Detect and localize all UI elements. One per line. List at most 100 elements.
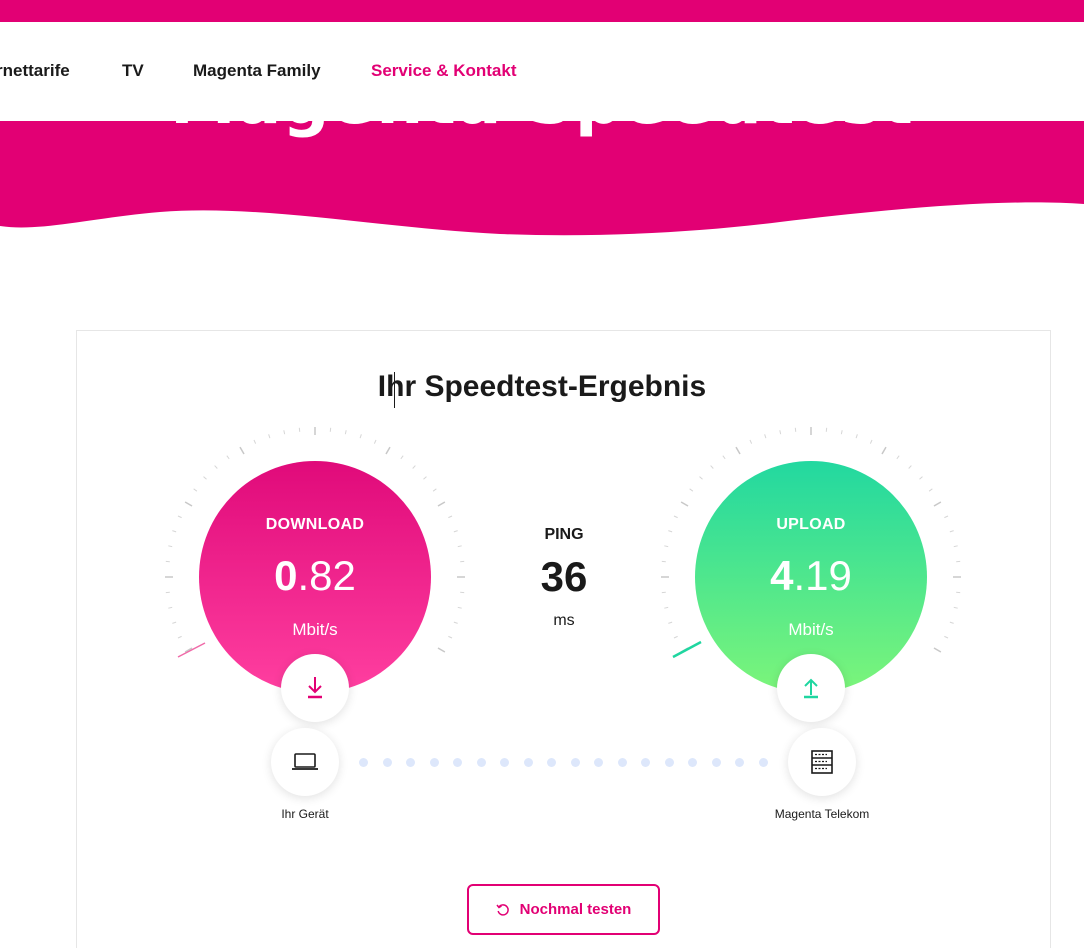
- gauge-tick: [680, 501, 689, 507]
- gauge-tick: [168, 606, 173, 609]
- laptop-icon: [292, 753, 318, 770]
- download-value: 0.82: [200, 552, 430, 600]
- gauge-tick: [184, 501, 193, 507]
- upload-unit: Mbit/s: [788, 620, 834, 639]
- gauge-tick: [673, 635, 678, 639]
- gauge-tick: [764, 434, 767, 439]
- gauge-tick: [457, 545, 462, 548]
- gauge-tick: [400, 455, 404, 460]
- gauge-tick: [432, 488, 437, 492]
- upload-value-dec: .19: [793, 552, 852, 599]
- gauge-tick: [172, 530, 177, 533]
- gauge-tick: [953, 606, 958, 609]
- gauge-tick: [949, 530, 954, 533]
- connection-dot: [759, 758, 768, 767]
- gauge-tick: [203, 476, 207, 480]
- gauge-tick: [881, 446, 887, 455]
- gauge-tick: [953, 545, 958, 548]
- gauge-tick: [933, 501, 942, 507]
- gauge-tick: [239, 446, 245, 455]
- connection-dot: [617, 758, 627, 767]
- gauge-tick: [437, 501, 446, 507]
- gauge-tick: [949, 621, 954, 624]
- gauge-tick: [668, 621, 673, 624]
- gauge-tick: [453, 621, 458, 624]
- gauge-tick: [448, 515, 453, 519]
- connection-dot: [429, 758, 439, 767]
- gauge-tick: [193, 488, 198, 492]
- download-value-dec: .82: [297, 552, 356, 599]
- gauge-tick: [869, 439, 873, 444]
- gauge-tick: [944, 635, 949, 639]
- gauge-tick: [385, 446, 391, 455]
- gauge-tick: [668, 530, 673, 533]
- download-label: DOWNLOAD: [265, 516, 365, 533]
- download-value-int: 0: [274, 552, 298, 599]
- gauge-tick: [699, 476, 703, 480]
- server-icon: [811, 750, 833, 774]
- gauge-tick: [177, 635, 182, 639]
- gauge-tick: [373, 439, 377, 444]
- gauge-tick: [722, 455, 726, 460]
- connection-dot: [570, 758, 580, 767]
- upload-unit-wrap: Mbit/s: [696, 620, 926, 640]
- server-label: Magenta Telekom: [774, 807, 870, 821]
- gauge-tick: [177, 515, 182, 519]
- download-gauge: DOWNLOAD: [200, 516, 430, 534]
- gauge-tick: [214, 465, 218, 469]
- gauge-tick: [168, 545, 173, 548]
- gauge-graphics: [165, 427, 961, 693]
- download-unit-wrap: Mbit/s: [200, 620, 430, 640]
- gauge-tick: [689, 488, 694, 492]
- gauge-tick: [283, 430, 286, 435]
- download-arrow-icon: [308, 677, 322, 699]
- gauge-tick: [919, 476, 923, 480]
- gauge-tick: [423, 476, 427, 480]
- ping-value: 36: [540, 553, 588, 600]
- gauge-tick: [664, 606, 669, 609]
- gauge-tick: [412, 465, 416, 469]
- upload-value: 4.19: [696, 552, 926, 600]
- gauge-tick: [453, 530, 458, 533]
- gauge-tick: [448, 635, 453, 639]
- connection-dot: [359, 758, 368, 767]
- ping-unit: ms: [553, 612, 575, 629]
- upload-arrow-icon: [804, 678, 818, 699]
- gauge-tick: [673, 515, 678, 519]
- gauge-tick: [933, 647, 942, 653]
- upload-gauge: UPLOAD: [696, 516, 926, 534]
- gauge-tick: [710, 465, 714, 469]
- connection-dot: [382, 758, 392, 767]
- gauge-tick: [172, 621, 177, 624]
- gauge-tick: [344, 430, 347, 435]
- gauge-tick: [359, 434, 362, 439]
- gauge-tick: [908, 465, 912, 469]
- download-gauge-needle: [177, 642, 206, 658]
- device-icon-badge: [271, 728, 339, 796]
- retry-button[interactable]: Nochmal testen: [467, 884, 660, 935]
- connection-dot: [476, 758, 486, 767]
- upload-value-int: 4: [770, 552, 794, 599]
- upload-icon-badge: [777, 654, 845, 722]
- gauge-tick: [457, 606, 462, 609]
- device-label: Ihr Gerät: [281, 807, 329, 821]
- gauge-tick: [840, 430, 843, 435]
- gauge-tick: [226, 455, 230, 460]
- gauge-tick: [749, 439, 753, 444]
- connection-dot: [406, 758, 416, 767]
- gauge-tick: [253, 439, 257, 444]
- ping-label: PING: [544, 526, 584, 543]
- gauge-tick: [896, 455, 900, 460]
- gauge-tick: [268, 434, 271, 439]
- retry-button-label: Nochmal testen: [519, 901, 632, 918]
- connection-dot: [523, 758, 533, 767]
- connection-dot: [711, 758, 721, 767]
- download-icon-badge: [281, 654, 349, 722]
- upload-gauge-needle: [672, 640, 702, 659]
- refresh-icon: [496, 903, 509, 916]
- gauge-tick: [779, 430, 782, 435]
- gauge-tick: [437, 647, 446, 653]
- download-unit: Mbit/s: [292, 620, 338, 639]
- gauge-tick: [664, 545, 669, 548]
- gauge-tick: [944, 515, 949, 519]
